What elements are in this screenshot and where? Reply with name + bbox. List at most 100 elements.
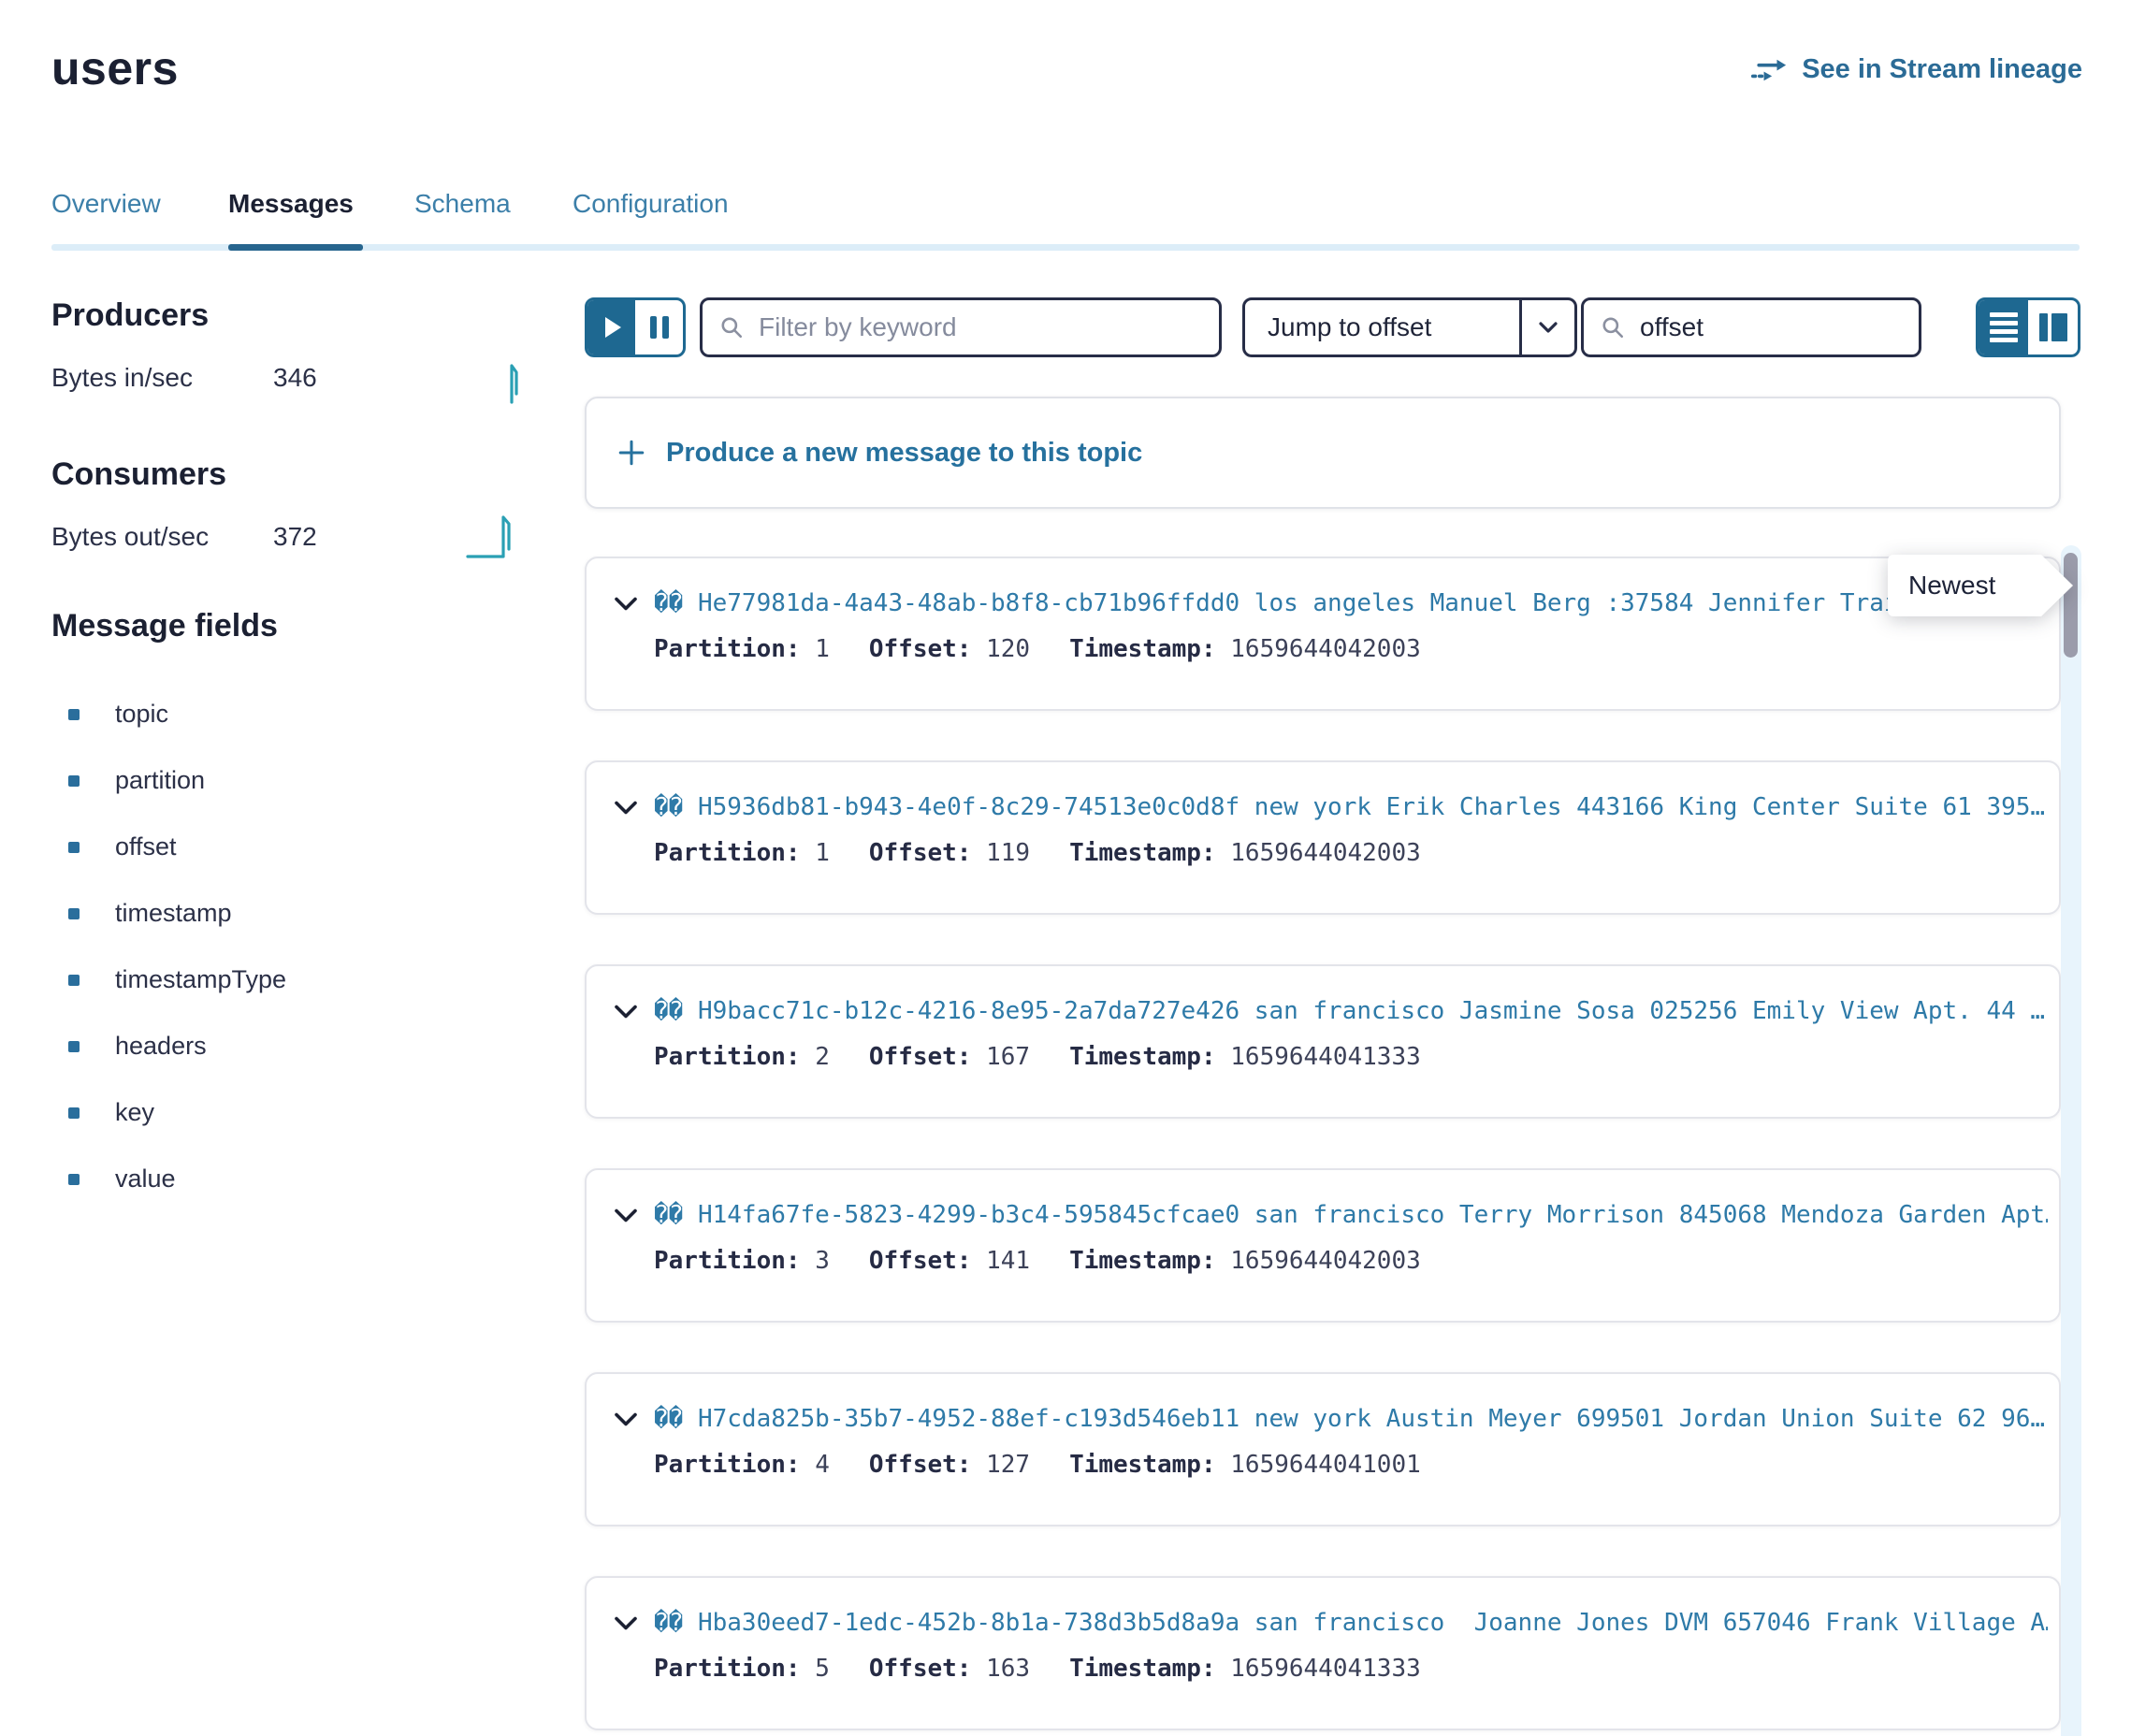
bullet-icon xyxy=(68,1107,80,1119)
message-field-item[interactable]: timestampType xyxy=(51,947,500,1013)
message-field-item[interactable]: headers xyxy=(51,1013,500,1079)
partition-value: 4 xyxy=(815,1451,830,1479)
message-field-item[interactable]: offset xyxy=(51,814,500,880)
offset-label: Offset: xyxy=(869,1655,972,1683)
chevron-down-icon[interactable] xyxy=(615,597,637,611)
bytes-out-sparkline xyxy=(466,508,531,562)
chevron-down-icon[interactable] xyxy=(615,801,637,815)
timestamp-label: Timestamp: xyxy=(1069,1451,1216,1479)
tab-messages[interactable]: Messages xyxy=(228,189,354,219)
offset-label: Offset: xyxy=(869,839,972,867)
list-view-button[interactable] xyxy=(1979,300,2028,354)
message-meta: Partition: 2 Offset: 167 Timestamp: 1659… xyxy=(654,1043,2050,1071)
message-meta: Partition: 3 Offset: 141 Timestamp: 1659… xyxy=(654,1247,2050,1275)
newest-tooltip-label: Newest xyxy=(1888,555,2041,616)
offset-label: Offset: xyxy=(869,1247,972,1275)
consumers-heading: Consumers xyxy=(51,456,226,493)
bytes-out-value: 372 xyxy=(273,522,317,552)
offset-value: 127 xyxy=(986,1451,1030,1479)
message-key[interactable]: �� H9bacc71c-b12c-4216-8e95-2a7da727e426… xyxy=(654,997,2045,1025)
offset-label: Offset: xyxy=(869,1043,972,1071)
message-fields-heading: Message fields xyxy=(51,608,278,644)
partition-value: 2 xyxy=(815,1043,830,1071)
timestamp-label: Timestamp: xyxy=(1069,1043,1216,1071)
chevron-down-icon[interactable] xyxy=(615,1208,637,1222)
bullet-icon xyxy=(68,842,80,853)
partition-label: Partition: xyxy=(654,1655,801,1683)
bytes-in-sparkline xyxy=(508,358,523,405)
scrollbar-track[interactable] xyxy=(2061,545,2081,1736)
bullet-icon xyxy=(68,709,80,720)
timestamp-value: 1659644041333 xyxy=(1230,1655,1421,1683)
offset-search-input[interactable] xyxy=(1638,311,1902,343)
offset-value: 167 xyxy=(986,1043,1030,1071)
bullet-icon xyxy=(68,1174,80,1185)
jump-to-offset-label: Jump to offset xyxy=(1245,300,1519,354)
message-card[interactable]: �� H5936db81-b943-4e0f-8c29-74513e0c0d8f… xyxy=(585,760,2061,915)
newest-tooltip-arrow xyxy=(2041,555,2073,616)
timestamp-label: Timestamp: xyxy=(1069,1247,1216,1275)
message-field-label: timestamp xyxy=(115,899,232,928)
newest-tooltip: Newest xyxy=(1888,555,2041,616)
message-card[interactable]: �� Hba30eed7-1edc-452b-8b1a-738d3b5d8a9a… xyxy=(585,1576,2061,1730)
stream-lineage-link[interactable]: See in Stream lineage xyxy=(1751,54,2082,85)
message-fields-list: topic partition offset timestamp timesta… xyxy=(51,681,500,1212)
message-field-item[interactable]: partition xyxy=(51,747,500,814)
message-field-item[interactable]: key xyxy=(51,1079,500,1146)
message-card[interactable]: �� H7cda825b-35b7-4952-88ef-c193d546eb11… xyxy=(585,1372,2061,1526)
message-list: �� He77981da-4a43-48ab-b8f8-cb71b96ffdd0… xyxy=(585,557,2061,1730)
message-field-label: topic xyxy=(115,700,168,729)
message-key[interactable]: �� He77981da-4a43-48ab-b8f8-cb71b96ffdd0… xyxy=(654,589,1943,617)
message-card[interactable]: �� H9bacc71c-b12c-4216-8e95-2a7da727e426… xyxy=(585,964,2061,1119)
message-card[interactable]: �� H14fa67fe-5823-4299-b3c4-595845cfcae0… xyxy=(585,1168,2061,1323)
timestamp-label: Timestamp: xyxy=(1069,1655,1216,1683)
pause-button[interactable] xyxy=(635,300,683,354)
plus-icon xyxy=(617,439,645,467)
message-key[interactable]: �� H7cda825b-35b7-4952-88ef-c193d546eb11… xyxy=(654,1405,2045,1433)
tab-configuration[interactable]: Configuration xyxy=(573,189,729,219)
message-card[interactable]: �� He77981da-4a43-48ab-b8f8-cb71b96ffdd0… xyxy=(585,557,2061,711)
timestamp-value: 1659644042003 xyxy=(1230,635,1421,663)
partition-label: Partition: xyxy=(654,1247,801,1275)
message-field-item[interactable]: topic xyxy=(51,681,500,747)
chevron-down-icon[interactable] xyxy=(615,1005,637,1019)
offset-value: 163 xyxy=(986,1655,1030,1683)
timestamp-label: Timestamp: xyxy=(1069,839,1216,867)
list-view-icon xyxy=(1990,312,2018,342)
view-mode-toggle[interactable] xyxy=(1976,297,2080,357)
message-field-label: offset xyxy=(115,832,177,861)
tab-overview[interactable]: Overview xyxy=(51,189,161,219)
filter-keyword-input[interactable] xyxy=(757,311,1202,343)
message-key[interactable]: �� H5936db81-b943-4e0f-8c29-74513e0c0d8f… xyxy=(654,793,2045,821)
message-field-label: headers xyxy=(115,1032,207,1061)
message-key[interactable]: �� Hba30eed7-1edc-452b-8b1a-738d3b5d8a9a… xyxy=(654,1609,2048,1637)
partition-value: 3 xyxy=(815,1247,830,1275)
partition-label: Partition: xyxy=(654,1451,801,1479)
play-button[interactable] xyxy=(587,300,635,354)
column-view-button[interactable] xyxy=(2028,300,2078,354)
timestamp-value: 1659644042003 xyxy=(1230,1247,1421,1275)
bullet-icon xyxy=(68,908,80,919)
select-chevron-segment[interactable] xyxy=(1519,300,1574,354)
message-field-item[interactable]: timestamp xyxy=(51,880,500,947)
produce-message-label: Produce a new message to this topic xyxy=(666,438,1142,469)
message-field-item[interactable]: value xyxy=(51,1146,500,1212)
timestamp-label: Timestamp: xyxy=(1069,635,1216,663)
chevron-down-icon[interactable] xyxy=(615,1412,637,1426)
produce-message-button[interactable]: Produce a new message to this topic xyxy=(585,397,2061,509)
jump-to-offset-select[interactable]: Jump to offset xyxy=(1242,297,1577,357)
filter-input-wrap[interactable] xyxy=(700,297,1222,357)
play-pause-toggle[interactable] xyxy=(585,297,686,357)
search-icon xyxy=(719,315,744,340)
tab-schema[interactable]: Schema xyxy=(414,189,511,219)
play-icon xyxy=(605,317,621,338)
offset-search-wrap[interactable] xyxy=(1581,297,1921,357)
bullet-icon xyxy=(68,1041,80,1052)
chevron-down-icon[interactable] xyxy=(615,1616,637,1630)
message-key[interactable]: �� H14fa67fe-5823-4299-b3c4-595845cfcae0… xyxy=(654,1201,2048,1229)
message-meta: Partition: 5 Offset: 163 Timestamp: 1659… xyxy=(654,1655,2050,1683)
offset-value: 120 xyxy=(986,635,1030,663)
partition-value: 1 xyxy=(815,839,830,867)
stream-lineage-icon xyxy=(1751,56,1789,84)
timestamp-value: 1659644041001 xyxy=(1230,1451,1421,1479)
